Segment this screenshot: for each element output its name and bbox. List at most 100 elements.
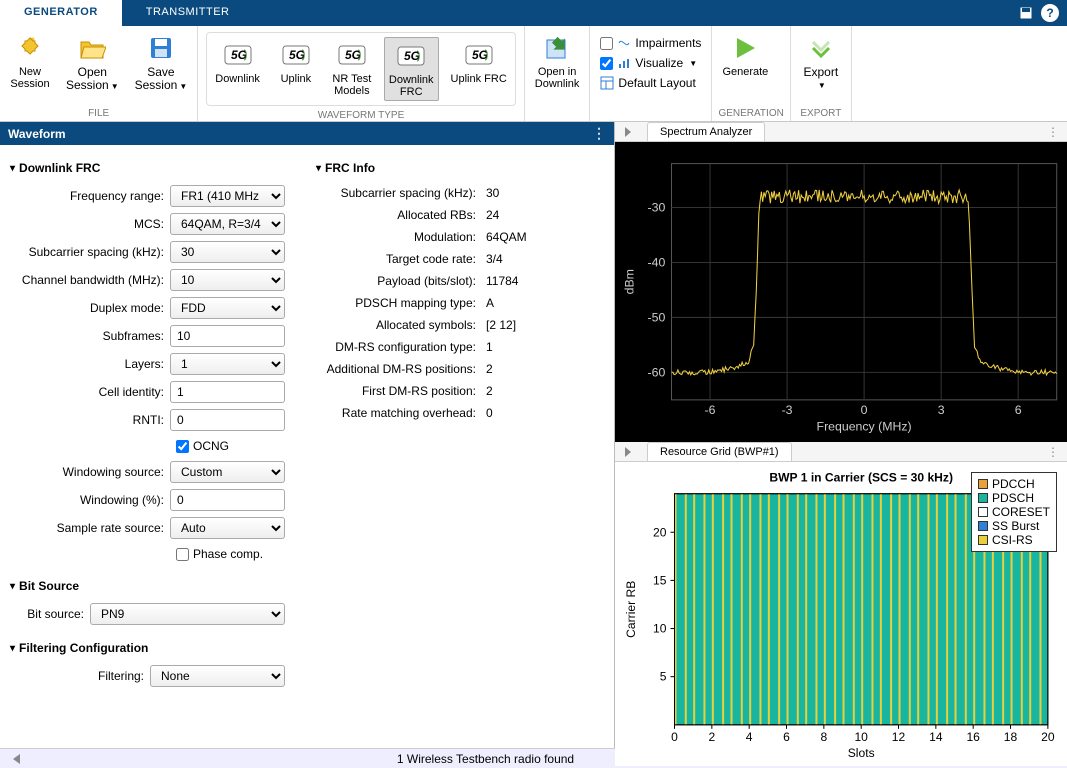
spectrum-chart: -6-3036-30-40-50-60Frequency (MHz)dBm (615, 142, 1067, 442)
default-layout-button[interactable]: Default Layout (596, 74, 705, 92)
info-label: Allocated RBs: (316, 208, 486, 222)
waveform-downlink-button[interactable]: 5GDownlink (211, 37, 264, 87)
label-ocng: OCNG (193, 439, 229, 453)
collapse-icon[interactable] (621, 445, 635, 459)
impairments-checkbox[interactable]: Impairments (596, 34, 705, 52)
svg-text:6: 6 (1015, 403, 1022, 417)
svg-text:2: 2 (708, 730, 715, 744)
generate-button[interactable]: Generate (718, 30, 772, 80)
info-value: 2 (486, 362, 599, 376)
subframes-input[interactable] (170, 325, 285, 347)
waveform-panel-header: Waveform⋮ (0, 122, 614, 145)
svg-text:-3: -3 (782, 403, 793, 417)
label-srate: Sample rate source: (10, 521, 170, 535)
waveform-downlinkfrc-button[interactable]: 5GDownlink FRC (384, 37, 439, 101)
section-frc-info[interactable]: FRC Info (316, 161, 599, 175)
open-in-downlink-button[interactable]: Open in Downlink (531, 30, 584, 92)
info-value: 1 (486, 340, 599, 354)
section-downlink-frc[interactable]: Downlink FRC (10, 161, 300, 175)
info-value: 30 (486, 186, 599, 200)
label-wsrc: Windowing source: (10, 465, 170, 479)
tab-spectrum[interactable]: Spectrum Analyzer (647, 122, 765, 141)
rnti-input[interactable] (170, 409, 285, 431)
info-value: [2 12] (486, 318, 599, 332)
svg-text:-6: -6 (705, 403, 716, 417)
label-freq: Frequency range: (10, 189, 170, 203)
svg-text:10: 10 (653, 622, 667, 636)
phase-comp-checkbox[interactable] (176, 548, 189, 561)
label-layers: Layers: (10, 357, 170, 371)
svg-text:20: 20 (1041, 730, 1055, 744)
panel-menu-icon[interactable]: ⋮ (592, 125, 606, 142)
freq-range-select[interactable]: FR1 (410 MHz ... (170, 185, 285, 207)
info-value: 11784 (486, 274, 599, 288)
tab-resource-grid[interactable]: Resource Grid (BWP#1) (647, 442, 792, 461)
collapse-icon[interactable] (621, 125, 635, 139)
section-filtering[interactable]: Filtering Configuration (10, 641, 300, 655)
svg-text:6: 6 (783, 730, 790, 744)
sample-rate-select[interactable]: Auto (170, 517, 285, 539)
label-bitsrc: Bit source: (10, 607, 90, 621)
scs-select[interactable]: 30 (170, 241, 285, 263)
info-label: First DM-RS position: (316, 384, 486, 398)
cell-identity-input[interactable] (170, 381, 285, 403)
group-label-waveform: WAVEFORM TYPE (204, 108, 518, 121)
waveform-uplink-button[interactable]: 5GUplink (272, 37, 320, 87)
info-label: Additional DM-RS positions: (316, 362, 486, 376)
svg-text:4: 4 (746, 730, 753, 744)
waveform-nrtest-button[interactable]: 5GNR Test Models (328, 37, 376, 99)
label-scs: Subcarrier spacing (kHz): (10, 245, 170, 259)
svg-text:-30: -30 (648, 201, 666, 215)
mcs-select[interactable]: 64QAM, R=3/4 (170, 213, 285, 235)
svg-text:Slots: Slots (848, 746, 875, 760)
section-bit-source[interactable]: Bit Source (10, 579, 300, 593)
bw-select[interactable]: 10 (170, 269, 285, 291)
label-bw: Channel bandwidth (MHz): (10, 273, 170, 287)
visualize-dropdown[interactable]: Visualize▼ (596, 54, 705, 72)
info-label: Rate matching overhead: (316, 406, 486, 420)
info-value: 0 (486, 406, 599, 420)
resource-grid-chart: BWP 1 in Carrier (SCS = 30 kHz) 0 2 4 6 8 10 12… (615, 462, 1067, 766)
bit-source-select[interactable]: PN9 (90, 603, 285, 625)
svg-text:12: 12 (892, 730, 906, 744)
svg-text:15: 15 (653, 573, 667, 587)
group-label-file: FILE (6, 106, 191, 119)
svg-text:8: 8 (820, 730, 827, 744)
duplex-select[interactable]: FDD (170, 297, 285, 319)
svg-text:0: 0 (671, 730, 678, 744)
svg-text:5: 5 (660, 670, 667, 684)
svg-text:BWP 1 in Carrier (SCS = 30 kHz: BWP 1 in Carrier (SCS = 30 kHz) (769, 471, 953, 485)
export-button[interactable]: Export▼ (797, 30, 845, 94)
panel-menu-icon[interactable]: ⋮ (1039, 445, 1067, 459)
panel-menu-icon[interactable]: ⋮ (1039, 125, 1067, 139)
help-icon[interactable]: ? (1041, 4, 1059, 22)
status-text: 1 Wireless Testbench radio found (397, 752, 574, 766)
tab-transmitter[interactable]: TRANSMITTER (122, 0, 254, 26)
svg-text:0: 0 (861, 403, 868, 417)
info-label: DM-RS configuration type: (316, 340, 486, 354)
windowing-pct-input[interactable] (170, 489, 285, 511)
filtering-select[interactable]: None (150, 665, 285, 687)
info-label: Payload (bits/slot): (316, 274, 486, 288)
grid-legend: PDCCHPDSCHCORESETSS BurstCSI-RS (971, 472, 1057, 552)
windowing-source-select[interactable]: Custom (170, 461, 285, 483)
tab-generator[interactable]: GENERATOR (0, 0, 122, 26)
layers-select[interactable]: 1 (170, 353, 285, 375)
new-session-button[interactable]: New Session (6, 30, 54, 92)
prev-icon[interactable] (8, 752, 22, 766)
info-value: A (486, 296, 599, 310)
info-value: 24 (486, 208, 599, 222)
save-session-button[interactable]: Save Session▼ (131, 30, 192, 95)
svg-text:-60: -60 (648, 365, 666, 379)
save-icon[interactable] (1017, 4, 1035, 22)
info-label: Modulation: (316, 230, 486, 244)
group-label-export: EXPORT (797, 106, 845, 119)
ocng-checkbox[interactable] (176, 440, 189, 453)
open-session-button[interactable]: Open Session▼ (62, 30, 123, 95)
label-mcs: MCS: (10, 217, 170, 231)
label-wpct: Windowing (%): (10, 493, 170, 507)
label-cell: Cell identity: (10, 385, 170, 399)
label-filter: Filtering: (10, 669, 150, 683)
waveform-uplinkfrc-button[interactable]: 5GUplink FRC (447, 37, 511, 87)
info-label: Subcarrier spacing (kHz): (316, 186, 486, 200)
